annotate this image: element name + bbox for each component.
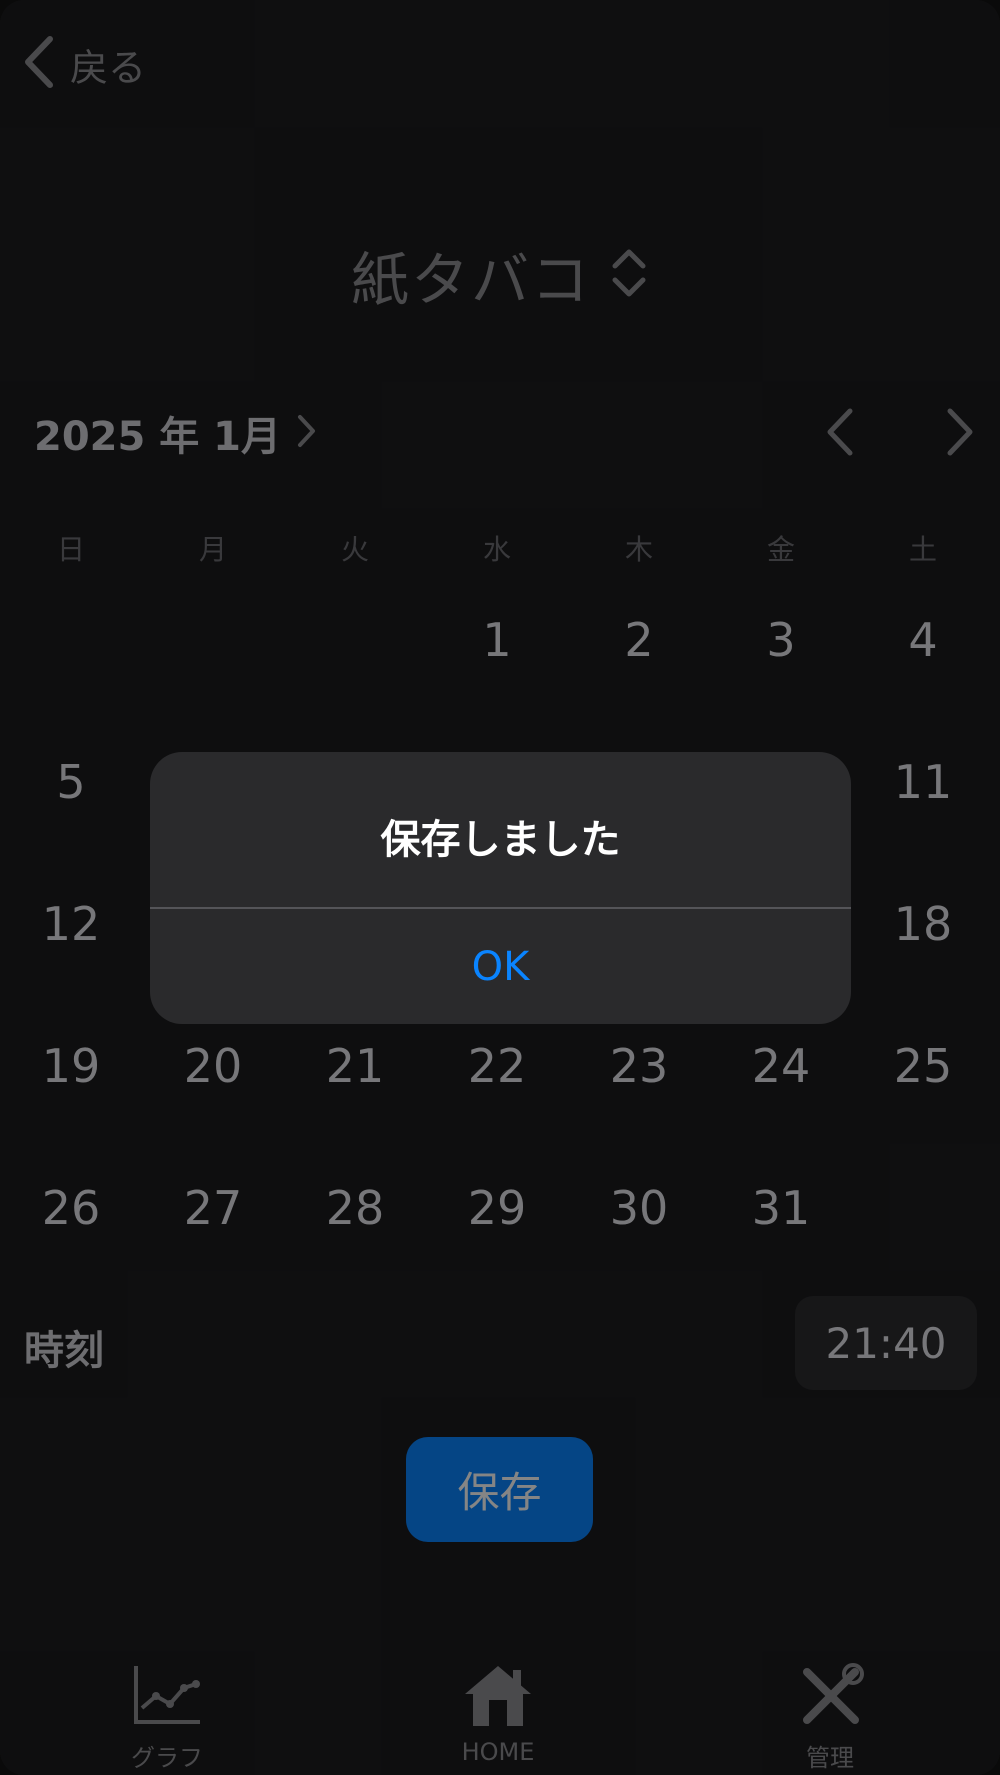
alert-title: 保存しました	[380, 817, 621, 863]
ok-button[interactable]: OK	[150, 909, 851, 1024]
app-screen: 戻る 紙タバコ 2025 年 1月 日 月 火 水 木 金 土 1 2 3 4 …	[0, 0, 1000, 1775]
alert-dialog: 保存しました OK	[150, 752, 851, 1024]
